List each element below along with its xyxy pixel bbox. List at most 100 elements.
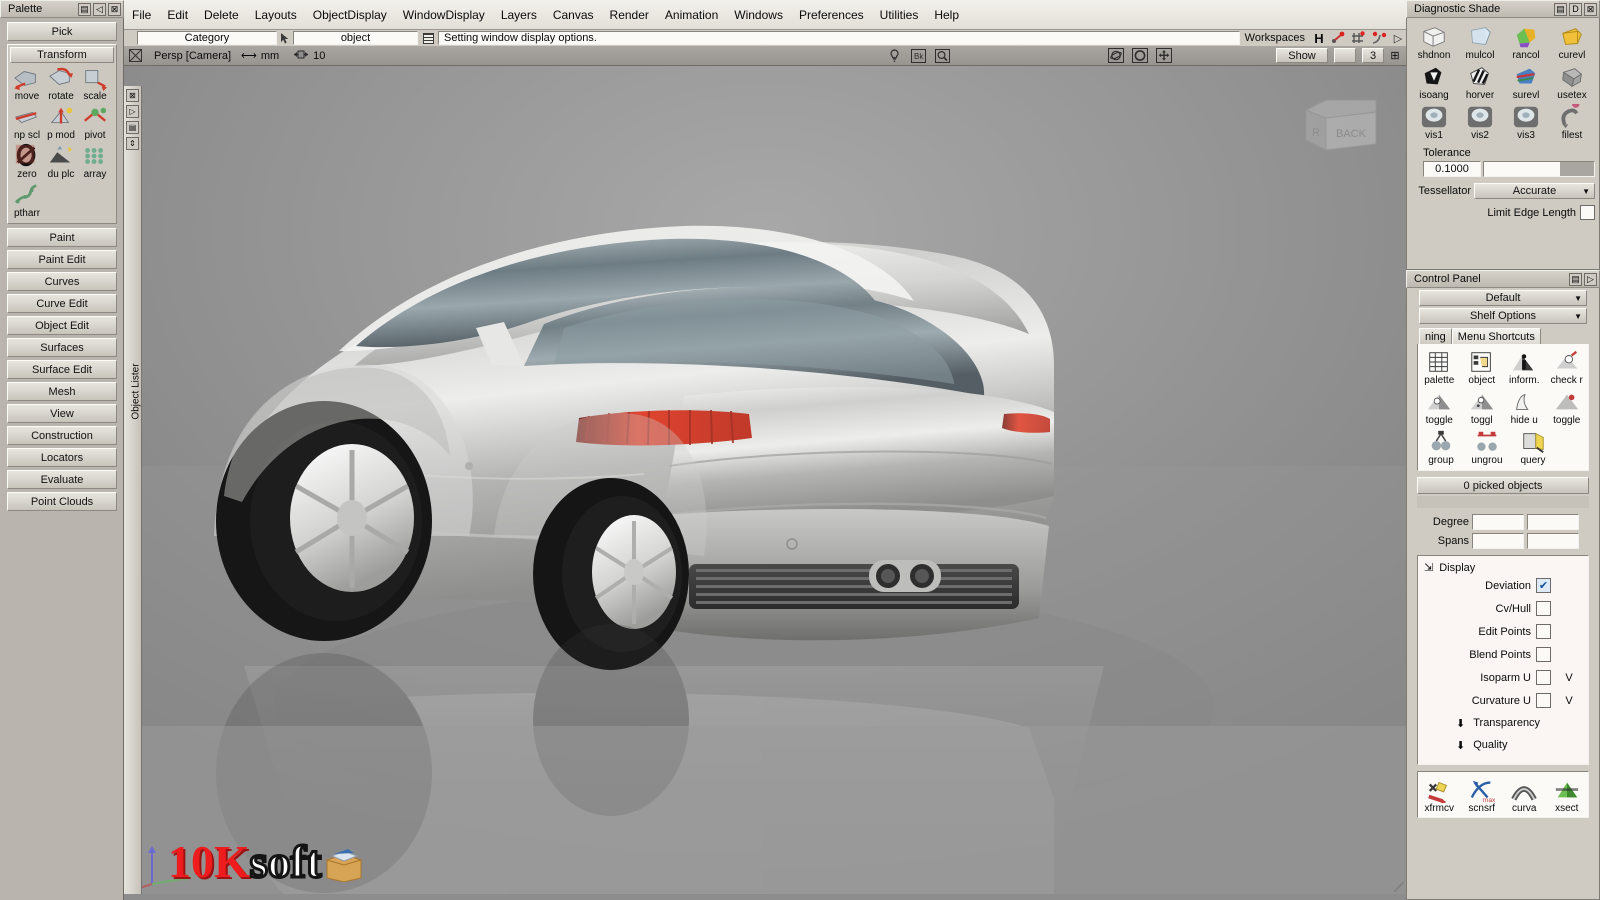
- layer-box-button[interactable]: [1334, 48, 1356, 63]
- palette-menu-icon[interactable]: ▤: [78, 2, 91, 16]
- surface-evaluate-icon[interactable]: [1511, 64, 1541, 90]
- workspace-grid-icon[interactable]: [1348, 31, 1368, 45]
- spans-field-2[interactable]: [1527, 533, 1579, 549]
- zoom-icon[interactable]: [930, 48, 954, 63]
- scan-surface-icon[interactable]: max: [1467, 777, 1497, 804]
- palette-section-surface-edit[interactable]: Surface Edit: [7, 360, 117, 379]
- visualize-1-icon[interactable]: [1419, 104, 1449, 130]
- palette-section-surfaces[interactable]: Surfaces: [7, 338, 117, 357]
- shelf-item-usetex[interactable]: usetex: [1549, 61, 1595, 101]
- display-item-checkbox[interactable]: [1536, 670, 1551, 685]
- arrow-pick-icon[interactable]: [277, 31, 293, 45]
- horizontal-vertical-icon[interactable]: [1465, 64, 1495, 90]
- display-item-extra-toggle[interactable]: V: [1556, 695, 1582, 707]
- transform-group-header[interactable]: Transform: [10, 47, 114, 63]
- curvature-icon[interactable]: [1509, 777, 1539, 803]
- information-icon[interactable]: [1509, 349, 1539, 375]
- tessellator-dropdown[interactable]: Accurate ▼: [1474, 183, 1595, 199]
- query-edit-icon[interactable]: [1518, 429, 1548, 455]
- palette-section-paint[interactable]: Paint: [7, 228, 117, 247]
- zero-icon[interactable]: [12, 143, 42, 169]
- shelf-item-move[interactable]: move: [10, 65, 44, 102]
- duplicate-place-icon[interactable]: [46, 143, 76, 169]
- menu-file[interactable]: File: [124, 0, 159, 30]
- shelf-item-rancol[interactable]: rancol: [1503, 21, 1549, 61]
- shelf-item-surevl[interactable]: surevl: [1503, 61, 1549, 101]
- control-panel-menu-icon[interactable]: ▤: [1569, 272, 1582, 286]
- orbit-icon[interactable]: [1104, 48, 1128, 63]
- curvature-evaluate-icon[interactable]: [1557, 24, 1587, 50]
- object-lister-menu-icon[interactable]: ▤: [126, 121, 139, 134]
- pivot-icon[interactable]: [80, 104, 110, 130]
- viewport-resize-corner[interactable]: [1394, 882, 1404, 892]
- shelf-item-filest[interactable]: filest: [1549, 100, 1595, 141]
- iso-angle-icon[interactable]: [1419, 64, 1449, 90]
- control-panel-tab-menu-shortcuts[interactable]: Menu Shortcuts: [1451, 328, 1541, 344]
- tolerance-value[interactable]: 0.1000: [1423, 161, 1481, 177]
- shelf-item-pivot[interactable]: pivot: [78, 104, 112, 141]
- shelf-item-ptharr[interactable]: ptharr: [10, 182, 44, 219]
- display-item-checkbox[interactable]: [1536, 693, 1551, 708]
- shelf-item-xsect[interactable]: xsect: [1546, 774, 1589, 814]
- palette-section-locators[interactable]: Locators: [7, 448, 117, 467]
- close-box-icon[interactable]: [124, 49, 146, 62]
- viewport-canvas[interactable]: ⊠ ▷ ▤ ⇕ Object Lister R BACK 10K soft: [124, 66, 1406, 894]
- control-panel-expand-icon[interactable]: ▷: [1584, 272, 1597, 286]
- spans-field-1[interactable]: [1472, 533, 1524, 549]
- pick-button[interactable]: Pick: [7, 22, 117, 41]
- degree-field-1[interactable]: [1472, 514, 1524, 530]
- camera-label[interactable]: Persp [Camera]: [154, 50, 231, 62]
- transform-cv-icon[interactable]: [1424, 777, 1454, 804]
- nonprop-scale-icon[interactable]: [12, 104, 42, 130]
- shelf-item-scnsrf[interactable]: max scnsrf: [1461, 774, 1504, 814]
- viewport-resize-icon[interactable]: ⊞: [1384, 49, 1406, 62]
- display-item-checkbox[interactable]: [1536, 647, 1551, 662]
- move-icon[interactable]: [12, 65, 42, 91]
- random-colour-icon[interactable]: [1511, 24, 1541, 50]
- shelf-item-vis3[interactable]: vis3: [1503, 101, 1549, 141]
- display-collapsed-quality[interactable]: ⬇ Quality: [1424, 734, 1582, 756]
- use-texture-icon[interactable]: [1557, 64, 1587, 90]
- menu-render[interactable]: Render: [602, 0, 657, 30]
- limit-edge-checkbox[interactable]: [1580, 205, 1595, 220]
- tolerance-slider[interactable]: [1483, 161, 1595, 177]
- object-field[interactable]: object: [293, 31, 418, 45]
- shelf-item-group[interactable]: group: [1418, 426, 1464, 466]
- units-label[interactable]: mm: [261, 50, 279, 62]
- menu-animation[interactable]: Animation: [657, 0, 726, 30]
- path-array-icon[interactable]: [12, 182, 42, 208]
- shelf-item-horver[interactable]: horver: [1457, 61, 1503, 101]
- toggle-2-icon[interactable]: [1467, 389, 1497, 415]
- display-header[interactable]: ⇲ Display: [1424, 561, 1582, 575]
- array-icon[interactable]: [80, 143, 110, 169]
- display-item-extra-toggle[interactable]: V: [1556, 672, 1582, 684]
- shelf-item-mulcol[interactable]: mulcol: [1457, 21, 1503, 61]
- scale-icon[interactable]: [80, 65, 110, 91]
- menu-windows[interactable]: Windows: [726, 0, 791, 30]
- object-lister-resize-icon[interactable]: ⇕: [126, 137, 139, 150]
- control-panel-tab-ning[interactable]: ning: [1419, 328, 1452, 344]
- menu-utilities[interactable]: Utilities: [872, 0, 927, 30]
- view-cube[interactable]: R BACK: [1296, 92, 1386, 162]
- menu-edit[interactable]: Edit: [159, 0, 196, 30]
- cross-section-icon[interactable]: [1552, 777, 1582, 803]
- visualize-3-icon[interactable]: [1511, 104, 1541, 130]
- group-icon[interactable]: [1426, 429, 1456, 455]
- palette-section-construction[interactable]: Construction: [7, 426, 117, 445]
- pan-icon[interactable]: [1152, 48, 1176, 63]
- workspace-curve-icon[interactable]: [1368, 31, 1390, 45]
- show-button[interactable]: Show: [1276, 48, 1328, 63]
- ungroup-icon[interactable]: [1472, 429, 1502, 455]
- list-icon[interactable]: [418, 31, 438, 45]
- display-item-checkbox[interactable]: [1536, 601, 1551, 616]
- shelf-item-ungrou[interactable]: ungrou: [1464, 426, 1510, 466]
- hide-unselected-icon[interactable]: [1509, 389, 1539, 415]
- shelf-item-shdnon[interactable]: shdnon: [1411, 21, 1457, 61]
- palette-icon[interactable]: [1424, 349, 1454, 375]
- shelf-item-scale[interactable]: scale: [78, 65, 112, 102]
- palette-collapse-icon[interactable]: ◁: [93, 2, 106, 16]
- menu-canvas[interactable]: Canvas: [545, 0, 602, 30]
- shelf-item-check-r[interactable]: check r: [1546, 346, 1589, 386]
- palette-section-paint-edit[interactable]: Paint Edit: [7, 250, 117, 269]
- shelf-item-zero[interactable]: zero: [10, 143, 44, 180]
